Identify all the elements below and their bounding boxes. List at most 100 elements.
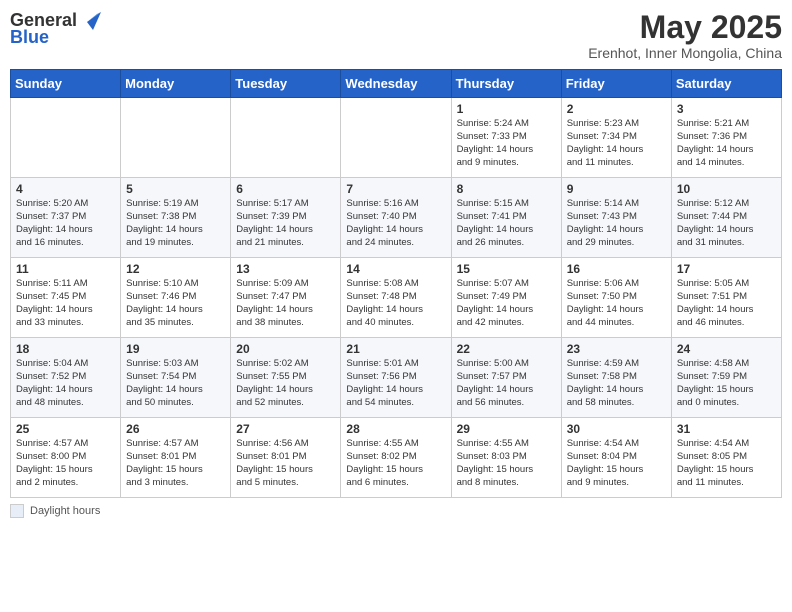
day-info: Sunrise: 5:06 AM Sunset: 7:50 PM Dayligh… xyxy=(567,278,666,329)
day-info: Sunrise: 4:54 AM Sunset: 8:05 PM Dayligh… xyxy=(677,438,776,489)
day-number: 29 xyxy=(457,422,556,436)
calendar-cell: 14Sunrise: 5:08 AM Sunset: 7:48 PM Dayli… xyxy=(341,258,451,338)
day-info: Sunrise: 4:54 AM Sunset: 8:04 PM Dayligh… xyxy=(567,438,666,489)
day-number: 26 xyxy=(126,422,225,436)
calendar-cell: 15 Sunrise: 5:07 AM Sunset: 7:49 PM Dayli… xyxy=(451,258,561,338)
day-info: Sunrise: 5:03 AM Sunset: 7:54 PM Dayligh… xyxy=(126,358,225,409)
calendar-cell: 7Sunrise: 5:16 AM Sunset: 7:40 PM Daylig… xyxy=(341,178,451,258)
weekday-header-row: SundayMondayTuesdayWednesdayThursdayFrid… xyxy=(11,70,782,98)
calendar-cell: 24 Sunrise: 4:58 AM Sunset: 7:59 PM Dayli… xyxy=(671,338,781,418)
day-number: 4 xyxy=(16,182,115,196)
calendar-cell: 11Sunrise: 5:11 AM Sunset: 7:45 PM Dayli… xyxy=(11,258,121,338)
calendar-week-row: 18 Sunrise: 5:04 AM Sunset: 7:52 PM Dayli… xyxy=(11,338,782,418)
day-number: 2 xyxy=(567,102,666,116)
weekday-header-saturday: Saturday xyxy=(671,70,781,98)
day-info: Sunrise: 5:24 AM Sunset: 7:33 PM Dayligh… xyxy=(457,118,556,169)
calendar-cell: 22Sunrise: 5:00 AM Sunset: 7:57 PM Dayli… xyxy=(451,338,561,418)
day-number: 30 xyxy=(567,422,666,436)
calendar-cell xyxy=(231,98,341,178)
day-number: 7 xyxy=(346,182,445,196)
weekday-header-monday: Monday xyxy=(121,70,231,98)
logo: General Blue xyxy=(10,10,101,48)
title-block: May 2025 Erenhot, Inner Mongolia, China xyxy=(588,10,782,61)
logo-blue-text: Blue xyxy=(10,27,49,48)
day-info: Sunrise: 5:14 AM Sunset: 7:43 PM Dayligh… xyxy=(567,198,666,249)
calendar-cell: 28 Sunrise: 4:55 AM Sunset: 8:02 PM Dayli… xyxy=(341,418,451,498)
day-info: Sunrise: 5:01 AM Sunset: 7:56 PM Dayligh… xyxy=(346,358,445,409)
calendar-cell: 2 Sunrise: 5:23 AM Sunset: 7:34 PM Daylig… xyxy=(561,98,671,178)
day-number: 28 xyxy=(346,422,445,436)
weekday-header-friday: Friday xyxy=(561,70,671,98)
day-info: Sunrise: 5:17 AM Sunset: 7:39 PM Dayligh… xyxy=(236,198,335,249)
calendar-table: SundayMondayTuesdayWednesdayThursdayFrid… xyxy=(10,69,782,498)
calendar-cell: 17Sunrise: 5:05 AM Sunset: 7:51 PM Dayli… xyxy=(671,258,781,338)
day-number: 24 xyxy=(677,342,776,356)
day-info: Sunrise: 5:04 AM Sunset: 7:52 PM Dayligh… xyxy=(16,358,115,409)
logo-bird-icon xyxy=(79,12,101,30)
day-number: 23 xyxy=(567,342,666,356)
day-info: Sunrise: 5:21 AM Sunset: 7:36 PM Dayligh… xyxy=(677,118,776,169)
day-info: Sunrise: 5:07 AM Sunset: 7:49 PM Dayligh… xyxy=(457,278,556,329)
day-number: 20 xyxy=(236,342,335,356)
day-number: 12 xyxy=(126,262,225,276)
calendar-cell: 30 Sunrise: 4:54 AM Sunset: 8:04 PM Dayli… xyxy=(561,418,671,498)
calendar-cell: 18 Sunrise: 5:04 AM Sunset: 7:52 PM Dayli… xyxy=(11,338,121,418)
calendar-cell: 16 Sunrise: 5:06 AM Sunset: 7:50 PM Dayli… xyxy=(561,258,671,338)
calendar-cell: 6 Sunrise: 5:17 AM Sunset: 7:39 PM Daylig… xyxy=(231,178,341,258)
daylight-legend-box xyxy=(10,504,24,518)
day-info: Sunrise: 4:57 AM Sunset: 8:00 PM Dayligh… xyxy=(16,438,115,489)
calendar-week-row: 4 Sunrise: 5:20 AM Sunset: 7:37 PM Daylig… xyxy=(11,178,782,258)
day-info: Sunrise: 5:11 AM Sunset: 7:45 PM Dayligh… xyxy=(16,278,115,329)
day-number: 5 xyxy=(126,182,225,196)
weekday-header-thursday: Thursday xyxy=(451,70,561,98)
day-number: 1 xyxy=(457,102,556,116)
page-header: General Blue May 2025 Erenhot, Inner Mon… xyxy=(10,10,782,61)
day-number: 19 xyxy=(126,342,225,356)
calendar-cell: 9Sunrise: 5:14 AM Sunset: 7:43 PM Daylig… xyxy=(561,178,671,258)
day-number: 21 xyxy=(346,342,445,356)
calendar-cell: 8Sunrise: 5:15 AM Sunset: 7:41 PM Daylig… xyxy=(451,178,561,258)
calendar-cell: 1 Sunrise: 5:24 AM Sunset: 7:33 PM Daylig… xyxy=(451,98,561,178)
calendar-cell: 21 Sunrise: 5:01 AM Sunset: 7:56 PM Dayli… xyxy=(341,338,451,418)
day-info: Sunrise: 4:56 AM Sunset: 8:01 PM Dayligh… xyxy=(236,438,335,489)
calendar-cell: 29 Sunrise: 4:55 AM Sunset: 8:03 PM Dayli… xyxy=(451,418,561,498)
day-info: Sunrise: 4:59 AM Sunset: 7:58 PM Dayligh… xyxy=(567,358,666,409)
calendar-cell: 13Sunrise: 5:09 AM Sunset: 7:47 PM Dayli… xyxy=(231,258,341,338)
calendar-cell: 20Sunrise: 5:02 AM Sunset: 7:55 PM Dayli… xyxy=(231,338,341,418)
day-number: 3 xyxy=(677,102,776,116)
day-number: 18 xyxy=(16,342,115,356)
day-info: Sunrise: 5:00 AM Sunset: 7:57 PM Dayligh… xyxy=(457,358,556,409)
day-info: Sunrise: 5:05 AM Sunset: 7:51 PM Dayligh… xyxy=(677,278,776,329)
day-info: Sunrise: 5:09 AM Sunset: 7:47 PM Dayligh… xyxy=(236,278,335,329)
day-number: 14 xyxy=(346,262,445,276)
day-number: 16 xyxy=(567,262,666,276)
day-number: 31 xyxy=(677,422,776,436)
month-year-title: May 2025 xyxy=(588,10,782,45)
day-info: Sunrise: 5:19 AM Sunset: 7:38 PM Dayligh… xyxy=(126,198,225,249)
day-info: Sunrise: 4:55 AM Sunset: 8:02 PM Dayligh… xyxy=(346,438,445,489)
day-number: 6 xyxy=(236,182,335,196)
calendar-cell: 26 Sunrise: 4:57 AM Sunset: 8:01 PM Dayli… xyxy=(121,418,231,498)
day-info: Sunrise: 5:12 AM Sunset: 7:44 PM Dayligh… xyxy=(677,198,776,249)
day-info: Sunrise: 5:23 AM Sunset: 7:34 PM Dayligh… xyxy=(567,118,666,169)
calendar-cell: 23 Sunrise: 4:59 AM Sunset: 7:58 PM Dayli… xyxy=(561,338,671,418)
calendar-cell xyxy=(121,98,231,178)
weekday-header-sunday: Sunday xyxy=(11,70,121,98)
calendar-cell: 12 Sunrise: 5:10 AM Sunset: 7:46 PM Dayli… xyxy=(121,258,231,338)
day-number: 10 xyxy=(677,182,776,196)
calendar-cell: 4 Sunrise: 5:20 AM Sunset: 7:37 PM Daylig… xyxy=(11,178,121,258)
calendar-cell: 31 Sunrise: 4:54 AM Sunset: 8:05 PM Dayli… xyxy=(671,418,781,498)
day-info: Sunrise: 4:57 AM Sunset: 8:01 PM Dayligh… xyxy=(126,438,225,489)
day-info: Sunrise: 5:20 AM Sunset: 7:37 PM Dayligh… xyxy=(16,198,115,249)
calendar-cell: 5 Sunrise: 5:19 AM Sunset: 7:38 PM Daylig… xyxy=(121,178,231,258)
day-info: Sunrise: 5:10 AM Sunset: 7:46 PM Dayligh… xyxy=(126,278,225,329)
day-number: 15 xyxy=(457,262,556,276)
day-number: 8 xyxy=(457,182,556,196)
calendar-cell xyxy=(341,98,451,178)
day-number: 27 xyxy=(236,422,335,436)
weekday-header-tuesday: Tuesday xyxy=(231,70,341,98)
calendar-cell: 27 Sunrise: 4:56 AM Sunset: 8:01 PM Dayli… xyxy=(231,418,341,498)
day-info: Sunrise: 4:55 AM Sunset: 8:03 PM Dayligh… xyxy=(457,438,556,489)
footer: Daylight hours xyxy=(10,504,782,518)
day-info: Sunrise: 4:58 AM Sunset: 7:59 PM Dayligh… xyxy=(677,358,776,409)
